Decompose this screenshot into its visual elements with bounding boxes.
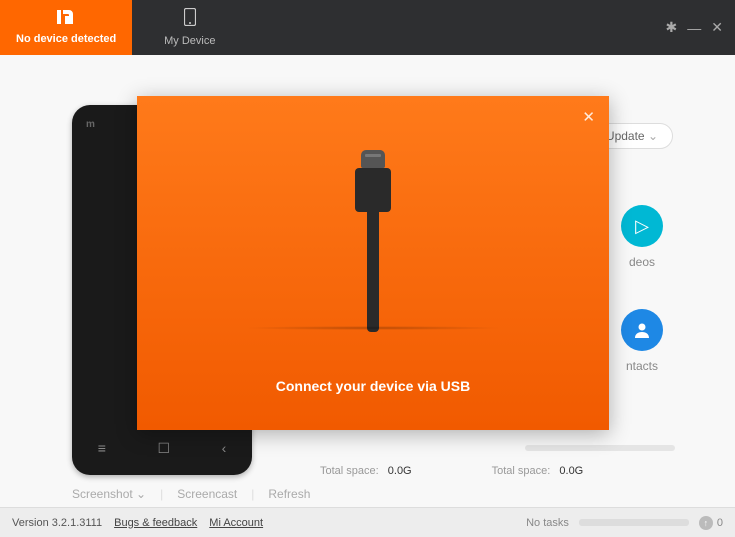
play-icon: ▷ bbox=[621, 205, 663, 247]
category-icons: ▷ deos ntacts bbox=[621, 205, 663, 373]
mi-logo-icon bbox=[57, 10, 75, 29]
connect-usb-modal: ✕ Connect your device via USB bbox=[137, 96, 609, 430]
phone-icon bbox=[184, 8, 196, 31]
separator: | bbox=[251, 487, 254, 501]
videos-category[interactable]: ▷ deos bbox=[621, 205, 663, 269]
close-icon[interactable]: ✕ bbox=[582, 108, 595, 126]
tab-no-device[interactable]: No device detected bbox=[0, 0, 132, 55]
storage-label: Total space: bbox=[320, 465, 379, 477]
title-bar: No device detected My Device ✱ — ✕ bbox=[0, 0, 735, 55]
tab-label: No device detected bbox=[16, 33, 116, 45]
version-text: Version 3.2.1.3111 bbox=[12, 517, 102, 529]
storage-value: 0.0G bbox=[559, 465, 583, 477]
back-icon: ‹ bbox=[222, 440, 227, 457]
task-count[interactable]: ↑ 0 bbox=[699, 516, 723, 530]
task-progress-bar bbox=[579, 519, 689, 526]
storage-bar bbox=[525, 445, 675, 451]
gear-icon[interactable]: ✱ bbox=[666, 19, 678, 36]
storage-item: Total space: 0.0G bbox=[492, 465, 584, 477]
count-value: 0 bbox=[717, 517, 723, 529]
screencast-button[interactable]: Screencast bbox=[177, 487, 237, 501]
refresh-button[interactable]: Refresh bbox=[268, 487, 310, 501]
status-bar: Version 3.2.1.3111 Bugs & feedback Mi Ac… bbox=[0, 507, 735, 537]
arrow-icon: ↑ bbox=[699, 516, 713, 530]
close-icon[interactable]: ✕ bbox=[711, 19, 723, 36]
shadow bbox=[243, 326, 503, 330]
mi-logo-icon: m bbox=[86, 119, 95, 130]
contacts-category[interactable]: ntacts bbox=[621, 309, 663, 373]
menu-icon: ≡ bbox=[98, 440, 106, 457]
category-label: deos bbox=[629, 255, 655, 269]
bugs-link[interactable]: Bugs & feedback bbox=[114, 517, 197, 529]
home-icon: ☐ bbox=[157, 440, 170, 457]
category-label: ntacts bbox=[626, 359, 658, 373]
modal-message: Connect your device via USB bbox=[137, 378, 609, 394]
storage-item: Total space: 0.0G bbox=[320, 465, 412, 477]
window-controls: ✱ — ✕ bbox=[666, 0, 735, 55]
storage-info: Total space: 0.0G Total space: 0.0G bbox=[320, 465, 675, 477]
minimize-icon[interactable]: — bbox=[687, 20, 701, 36]
tasks-label: No tasks bbox=[526, 517, 569, 529]
tab-label: My Device bbox=[164, 35, 215, 47]
storage-label: Total space: bbox=[492, 465, 551, 477]
phone-nav-buttons: ≡ ☐ ‹ bbox=[72, 440, 252, 457]
separator: | bbox=[160, 487, 163, 501]
storage-value: 0.0G bbox=[388, 465, 412, 477]
mi-account-link[interactable]: Mi Account bbox=[209, 517, 263, 529]
tab-my-device[interactable]: My Device bbox=[132, 0, 247, 55]
usb-icon bbox=[355, 150, 391, 332]
phone-toolbar: Screenshot ⌄ | Screencast | Refresh bbox=[72, 487, 310, 501]
screenshot-button[interactable]: Screenshot ⌄ bbox=[72, 487, 146, 501]
person-icon bbox=[621, 309, 663, 351]
